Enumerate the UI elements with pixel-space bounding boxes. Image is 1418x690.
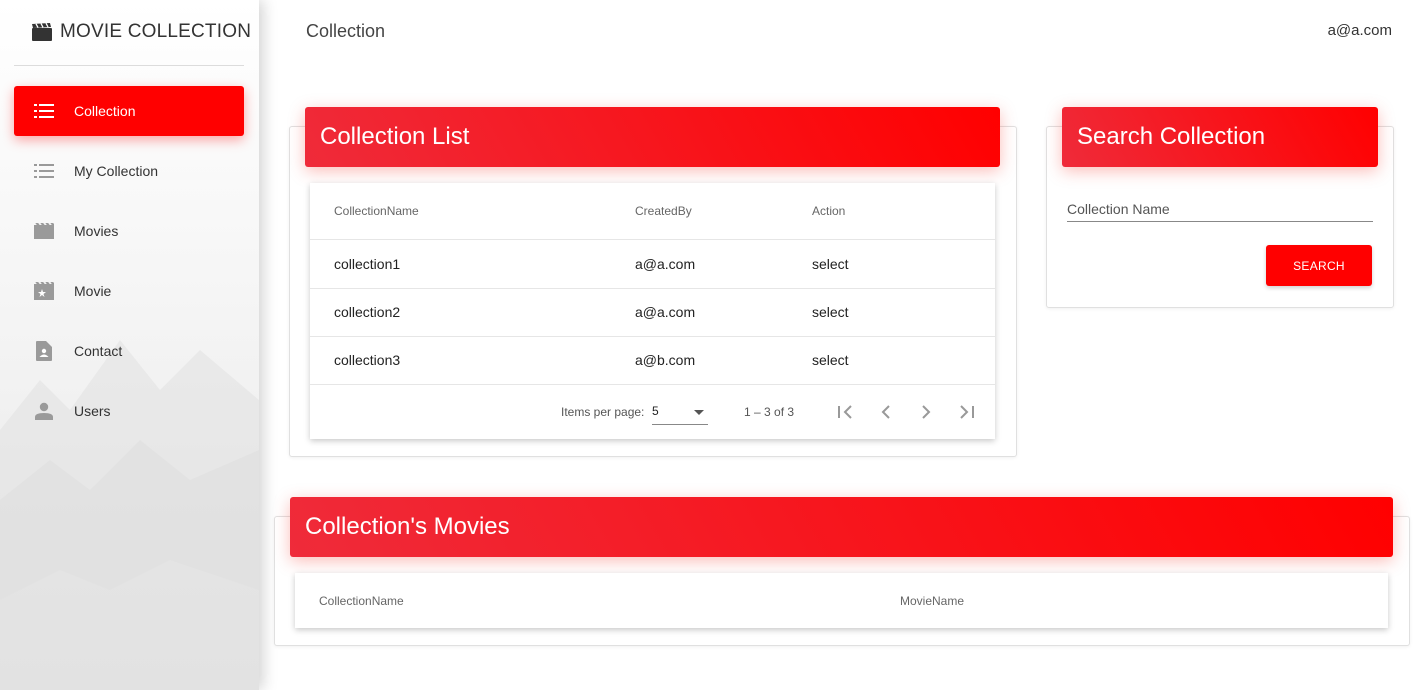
sidebar-nav: Collection My Collection Movies Movie Co… bbox=[14, 86, 244, 446]
divider bbox=[14, 65, 244, 66]
search-collection-header: Search Collection bbox=[1062, 107, 1378, 167]
list-icon bbox=[33, 160, 55, 182]
app-logo[interactable]: MOVIE COLLECTION bbox=[32, 19, 251, 45]
last-page-icon bbox=[960, 405, 974, 419]
sidebar: MOVIE COLLECTION Collection My Collectio… bbox=[0, 0, 259, 690]
cell-created-by: a@a.com bbox=[635, 304, 696, 320]
sidebar-item-label: Contact bbox=[74, 343, 123, 359]
movie-icon bbox=[33, 220, 55, 242]
sidebar-item-users[interactable]: Users bbox=[14, 386, 244, 436]
collection-movies-header: Collection's Movies bbox=[290, 497, 1393, 557]
items-per-page-label: Items per page: bbox=[561, 405, 645, 419]
cell-created-by: a@a.com bbox=[635, 256, 696, 272]
sidebar-item-contact[interactable]: Contact bbox=[14, 326, 244, 376]
chevron-right-icon bbox=[922, 405, 931, 419]
sidebar-item-label: Movie bbox=[74, 283, 112, 299]
sidebar-item-label: My Collection bbox=[74, 163, 159, 179]
sidebar-item-label: Collection bbox=[74, 103, 136, 119]
person-icon bbox=[33, 400, 55, 422]
column-header-moviename: MovieName bbox=[900, 594, 965, 608]
sidebar-item-collection[interactable]: Collection bbox=[14, 86, 244, 136]
clapperboard-icon bbox=[32, 23, 52, 41]
collection-list-title: Collection List bbox=[320, 123, 470, 150]
table-header-row: CollectionName CreatedBy Action bbox=[310, 183, 995, 240]
sidebar-item-label: Movies bbox=[74, 223, 119, 239]
first-page-icon bbox=[838, 405, 852, 419]
collection-name-input[interactable] bbox=[1067, 196, 1373, 222]
contact-document-icon bbox=[33, 340, 55, 362]
page-title: Collection bbox=[306, 21, 386, 41]
collection-movies-title: Collection's Movies bbox=[305, 513, 510, 540]
select-link[interactable]: select bbox=[812, 304, 849, 320]
app-title: MOVIE COLLECTION bbox=[60, 21, 252, 42]
table-row[interactable]: collection1 a@a.com select bbox=[310, 240, 995, 289]
table-row[interactable]: collection2 a@a.com select bbox=[310, 288, 995, 337]
page-range-label: 1 – 3 of 3 bbox=[744, 405, 795, 419]
last-page-button[interactable] bbox=[954, 400, 978, 424]
collection-list-header: Collection List bbox=[305, 107, 1000, 167]
chevron-down-icon bbox=[694, 410, 704, 415]
search-button[interactable]: SEARCH bbox=[1266, 245, 1372, 286]
column-header-collectionname: CollectionName bbox=[319, 594, 404, 608]
paginator: Items per page: 5 1 – 3 of 3 bbox=[310, 384, 995, 440]
first-page-button[interactable] bbox=[834, 400, 858, 424]
sidebar-item-label: Users bbox=[74, 403, 111, 419]
table-row[interactable]: collection3 a@b.com select bbox=[310, 336, 995, 385]
cell-collection-name: collection3 bbox=[334, 352, 401, 368]
previous-page-button[interactable] bbox=[874, 400, 898, 424]
cell-collection-name: collection1 bbox=[334, 256, 401, 272]
cell-created-by: a@b.com bbox=[635, 352, 696, 368]
cell-collection-name: collection2 bbox=[334, 304, 401, 320]
items-per-page-select[interactable]: 5 bbox=[652, 404, 708, 425]
sidebar-item-movies[interactable]: Movies bbox=[14, 206, 244, 256]
movie-filter-icon bbox=[33, 280, 55, 302]
collection-movies-table: CollectionName MovieName bbox=[295, 573, 1388, 628]
next-page-button[interactable] bbox=[914, 400, 938, 424]
items-per-page-value: 5 bbox=[652, 404, 659, 418]
column-header-createdby[interactable]: CreatedBy bbox=[635, 204, 692, 218]
select-link[interactable]: select bbox=[812, 352, 849, 368]
column-header-collectionname[interactable]: CollectionName bbox=[334, 204, 419, 218]
sidebar-item-movie[interactable]: Movie bbox=[14, 266, 244, 316]
column-header-action: Action bbox=[812, 204, 846, 218]
sidebar-item-my-collection[interactable]: My Collection bbox=[14, 146, 244, 196]
list-icon bbox=[33, 100, 55, 122]
user-email[interactable]: a@a.com bbox=[1328, 22, 1392, 39]
select-link[interactable]: select bbox=[812, 256, 849, 272]
chevron-left-icon bbox=[881, 405, 890, 419]
search-collection-title: Search Collection bbox=[1077, 123, 1266, 150]
collection-list-table: CollectionName CreatedBy Action collecti… bbox=[310, 183, 995, 439]
